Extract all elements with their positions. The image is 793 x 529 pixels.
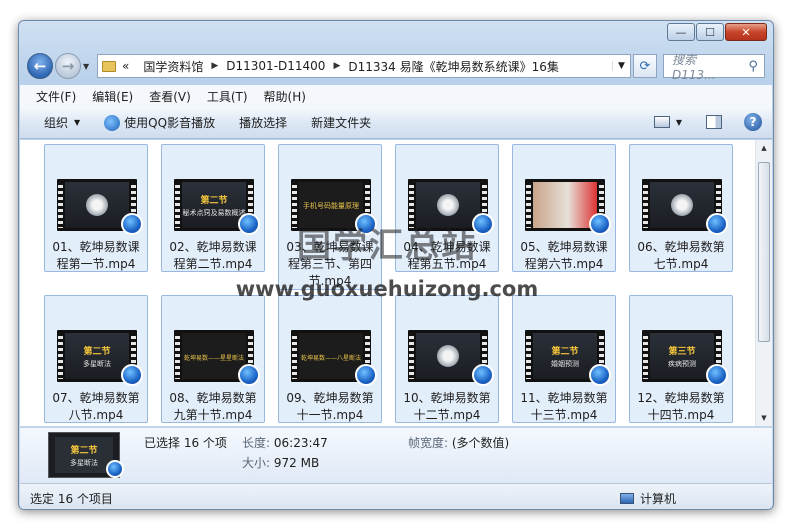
- frame-width-field: 帧宽度: (多个数值): [408, 436, 510, 450]
- file-item[interactable]: 第三节 疾病预测 12、乾坤易数第 十四节.mp4: [629, 295, 733, 423]
- menu-help[interactable]: 帮助(H): [264, 88, 306, 105]
- caret-down-icon[interactable]: ▼: [676, 118, 682, 127]
- computer-icon: [620, 493, 634, 504]
- play-with-qq-button[interactable]: 使用QQ影音播放: [104, 114, 215, 131]
- file-name: 07、乾坤易数第 八节.mp4: [52, 391, 140, 422]
- organize-button[interactable]: 组织 ▼: [44, 114, 80, 131]
- breadcrumb-item[interactable]: D11301-D11400: [226, 59, 325, 73]
- file-item[interactable]: 第二节 秘术点窍及易数概述 02、乾坤易数课 程第二节.mp4: [161, 144, 265, 272]
- file-item[interactable]: 乾坤易数——八星断法 09、乾坤易数第 十一节.mp4: [278, 295, 382, 423]
- file-item[interactable]: 10、乾坤易数第 十二节.mp4: [395, 295, 499, 423]
- qq-player-icon: [472, 364, 494, 386]
- file-name: 06、乾坤易数第 七节.mp4: [637, 240, 725, 271]
- search-input[interactable]: 搜索 D113... ⚲: [663, 53, 765, 82]
- search-placeholder: 搜索 D113...: [672, 52, 716, 82]
- file-name: 11、乾坤易数第 十三节.mp4: [520, 391, 608, 422]
- back-button[interactable]: ←: [27, 53, 53, 79]
- qq-player-icon: [238, 364, 260, 386]
- qq-player-icon: [121, 364, 143, 386]
- chevron-right-icon[interactable]: ▶: [211, 61, 218, 71]
- chevron-right-icon[interactable]: ▶: [333, 61, 340, 71]
- qq-player-icon: [104, 114, 121, 131]
- status-bar: 选定 16 个项目 计算机: [20, 483, 772, 509]
- details-pane: 第二节 多星断法 已选择 16 个项 长度: 06:23:47 大小: 972 …: [20, 427, 772, 483]
- size-field: 大小: 972 MB: [242, 456, 320, 470]
- file-name: 02、乾坤易数课 程第二节.mp4: [169, 240, 257, 271]
- address-overflow[interactable]: «: [122, 59, 129, 73]
- computer-label: 计算机: [640, 492, 677, 506]
- menu-bar: 文件(F) 编辑(E) 查看(V) 工具(T) 帮助(H): [20, 85, 772, 107]
- qq-player-icon: [472, 213, 494, 235]
- scrollbar-thumb[interactable]: [758, 162, 770, 342]
- organize-label: 组织: [44, 116, 69, 130]
- history-dropdown-icon[interactable]: ▼: [83, 62, 93, 71]
- file-item[interactable]: 第二节 多星断法 07、乾坤易数第 八节.mp4: [44, 295, 148, 423]
- qq-player-icon: [355, 364, 377, 386]
- qq-player-icon: [706, 213, 728, 235]
- qq-player-icon: [706, 364, 728, 386]
- menu-edit[interactable]: 编辑(E): [92, 88, 133, 105]
- menu-file[interactable]: 文件(F): [36, 88, 76, 105]
- view-tools: ▼ ?: [640, 113, 762, 131]
- file-item[interactable]: 06、乾坤易数第 七节.mp4: [629, 144, 733, 272]
- play-with-qq-label: 使用QQ影音播放: [124, 116, 216, 130]
- file-item[interactable]: 乾坤易数——星星断法 08、乾坤易数第 九第十节.mp4: [161, 295, 265, 423]
- maximize-button[interactable]: ☐: [696, 23, 724, 41]
- file-name: 08、乾坤易数第 九第十节.mp4: [169, 391, 257, 422]
- address-bar[interactable]: « 国学资料馆 ▶ D11301-D11400 ▶ D11334 易隆《乾坤易数…: [97, 54, 631, 78]
- scroll-down-icon[interactable]: ▼: [756, 410, 772, 426]
- file-name: 05、乾坤易数课 程第六节.mp4: [520, 240, 608, 271]
- computer-location: 计算机: [620, 490, 676, 507]
- qq-player-icon: [589, 213, 611, 235]
- file-item[interactable]: 04、乾坤易数课 程第五节.mp4: [395, 144, 499, 272]
- explorer-window: — ☐ ✕ ← → ▼ « 国学资料馆 ▶ D11301-D11400 ▶ D1…: [18, 20, 774, 510]
- command-bar: 组织 ▼ 使用QQ影音播放 播放选择 新建文件夹 ▼ ?: [20, 107, 772, 139]
- address-dropdown-icon[interactable]: ▼: [612, 61, 630, 71]
- forward-button[interactable]: →: [55, 53, 81, 79]
- refresh-button[interactable]: ⟳: [633, 54, 657, 78]
- scroll-up-icon[interactable]: ▲: [756, 140, 772, 156]
- caption-buttons: — ☐ ✕: [666, 23, 767, 41]
- address-row: ← → ▼ « 国学资料馆 ▶ D11301-D11400 ▶ D11334 易…: [27, 51, 765, 82]
- file-item[interactable]: 01、乾坤易数课 程第一节.mp4: [44, 144, 148, 272]
- file-name: 03、乾坤易数课 程第三节、第四 节.mp4: [286, 240, 374, 288]
- help-icon[interactable]: ?: [744, 113, 762, 131]
- qq-player-icon: [121, 213, 143, 235]
- breadcrumb-item[interactable]: D11334 易隆《乾坤易数系统课》16集: [348, 58, 559, 75]
- minimize-button[interactable]: —: [667, 23, 695, 41]
- file-item[interactable]: 05、乾坤易数课 程第六节.mp4: [512, 144, 616, 272]
- qq-player-icon: [106, 460, 124, 478]
- file-item[interactable]: 手机号码能量原理 03、乾坤易数课 程第三节、第四 节.mp4: [278, 144, 382, 290]
- selected-count: 已选择 16 个项: [144, 436, 227, 450]
- folder-icon: [102, 60, 116, 72]
- file-name: 10、乾坤易数第 十二节.mp4: [403, 391, 491, 422]
- menu-view[interactable]: 查看(V): [149, 88, 191, 105]
- vertical-scrollbar[interactable]: ▲ ▼: [755, 140, 772, 426]
- file-name: 01、乾坤易数课 程第一节.mp4: [52, 240, 140, 271]
- qq-player-icon: [355, 213, 377, 235]
- length-field: 长度: 06:23:47: [242, 436, 328, 450]
- breadcrumb-item[interactable]: 国学资料馆: [143, 58, 203, 75]
- file-list: 01、乾坤易数课 程第一节.mp4 第二节 秘术点窍及易数概述 02、乾坤易数课 程第…: [20, 140, 772, 426]
- menu-tools[interactable]: 工具(T): [207, 88, 248, 105]
- search-icon[interactable]: ⚲: [742, 59, 764, 74]
- file-name: 12、乾坤易数第 十四节.mp4: [637, 391, 725, 422]
- file-name: 09、乾坤易数第 十一节.mp4: [286, 391, 374, 422]
- change-view-icon[interactable]: [653, 116, 670, 128]
- status-text: 选定 16 个项目: [30, 492, 113, 506]
- qq-player-icon: [238, 213, 260, 235]
- caret-down-icon: ▼: [74, 118, 81, 127]
- play-selection-button[interactable]: 播放选择: [239, 114, 287, 131]
- close-button[interactable]: ✕: [725, 23, 767, 41]
- new-folder-button[interactable]: 新建文件夹: [311, 114, 371, 131]
- file-name: 04、乾坤易数课 程第五节.mp4: [403, 240, 491, 271]
- qq-player-icon: [589, 364, 611, 386]
- file-item[interactable]: 第二节 婚姻预测 11、乾坤易数第 十三节.mp4: [512, 295, 616, 423]
- preview-pane-icon[interactable]: [706, 115, 722, 129]
